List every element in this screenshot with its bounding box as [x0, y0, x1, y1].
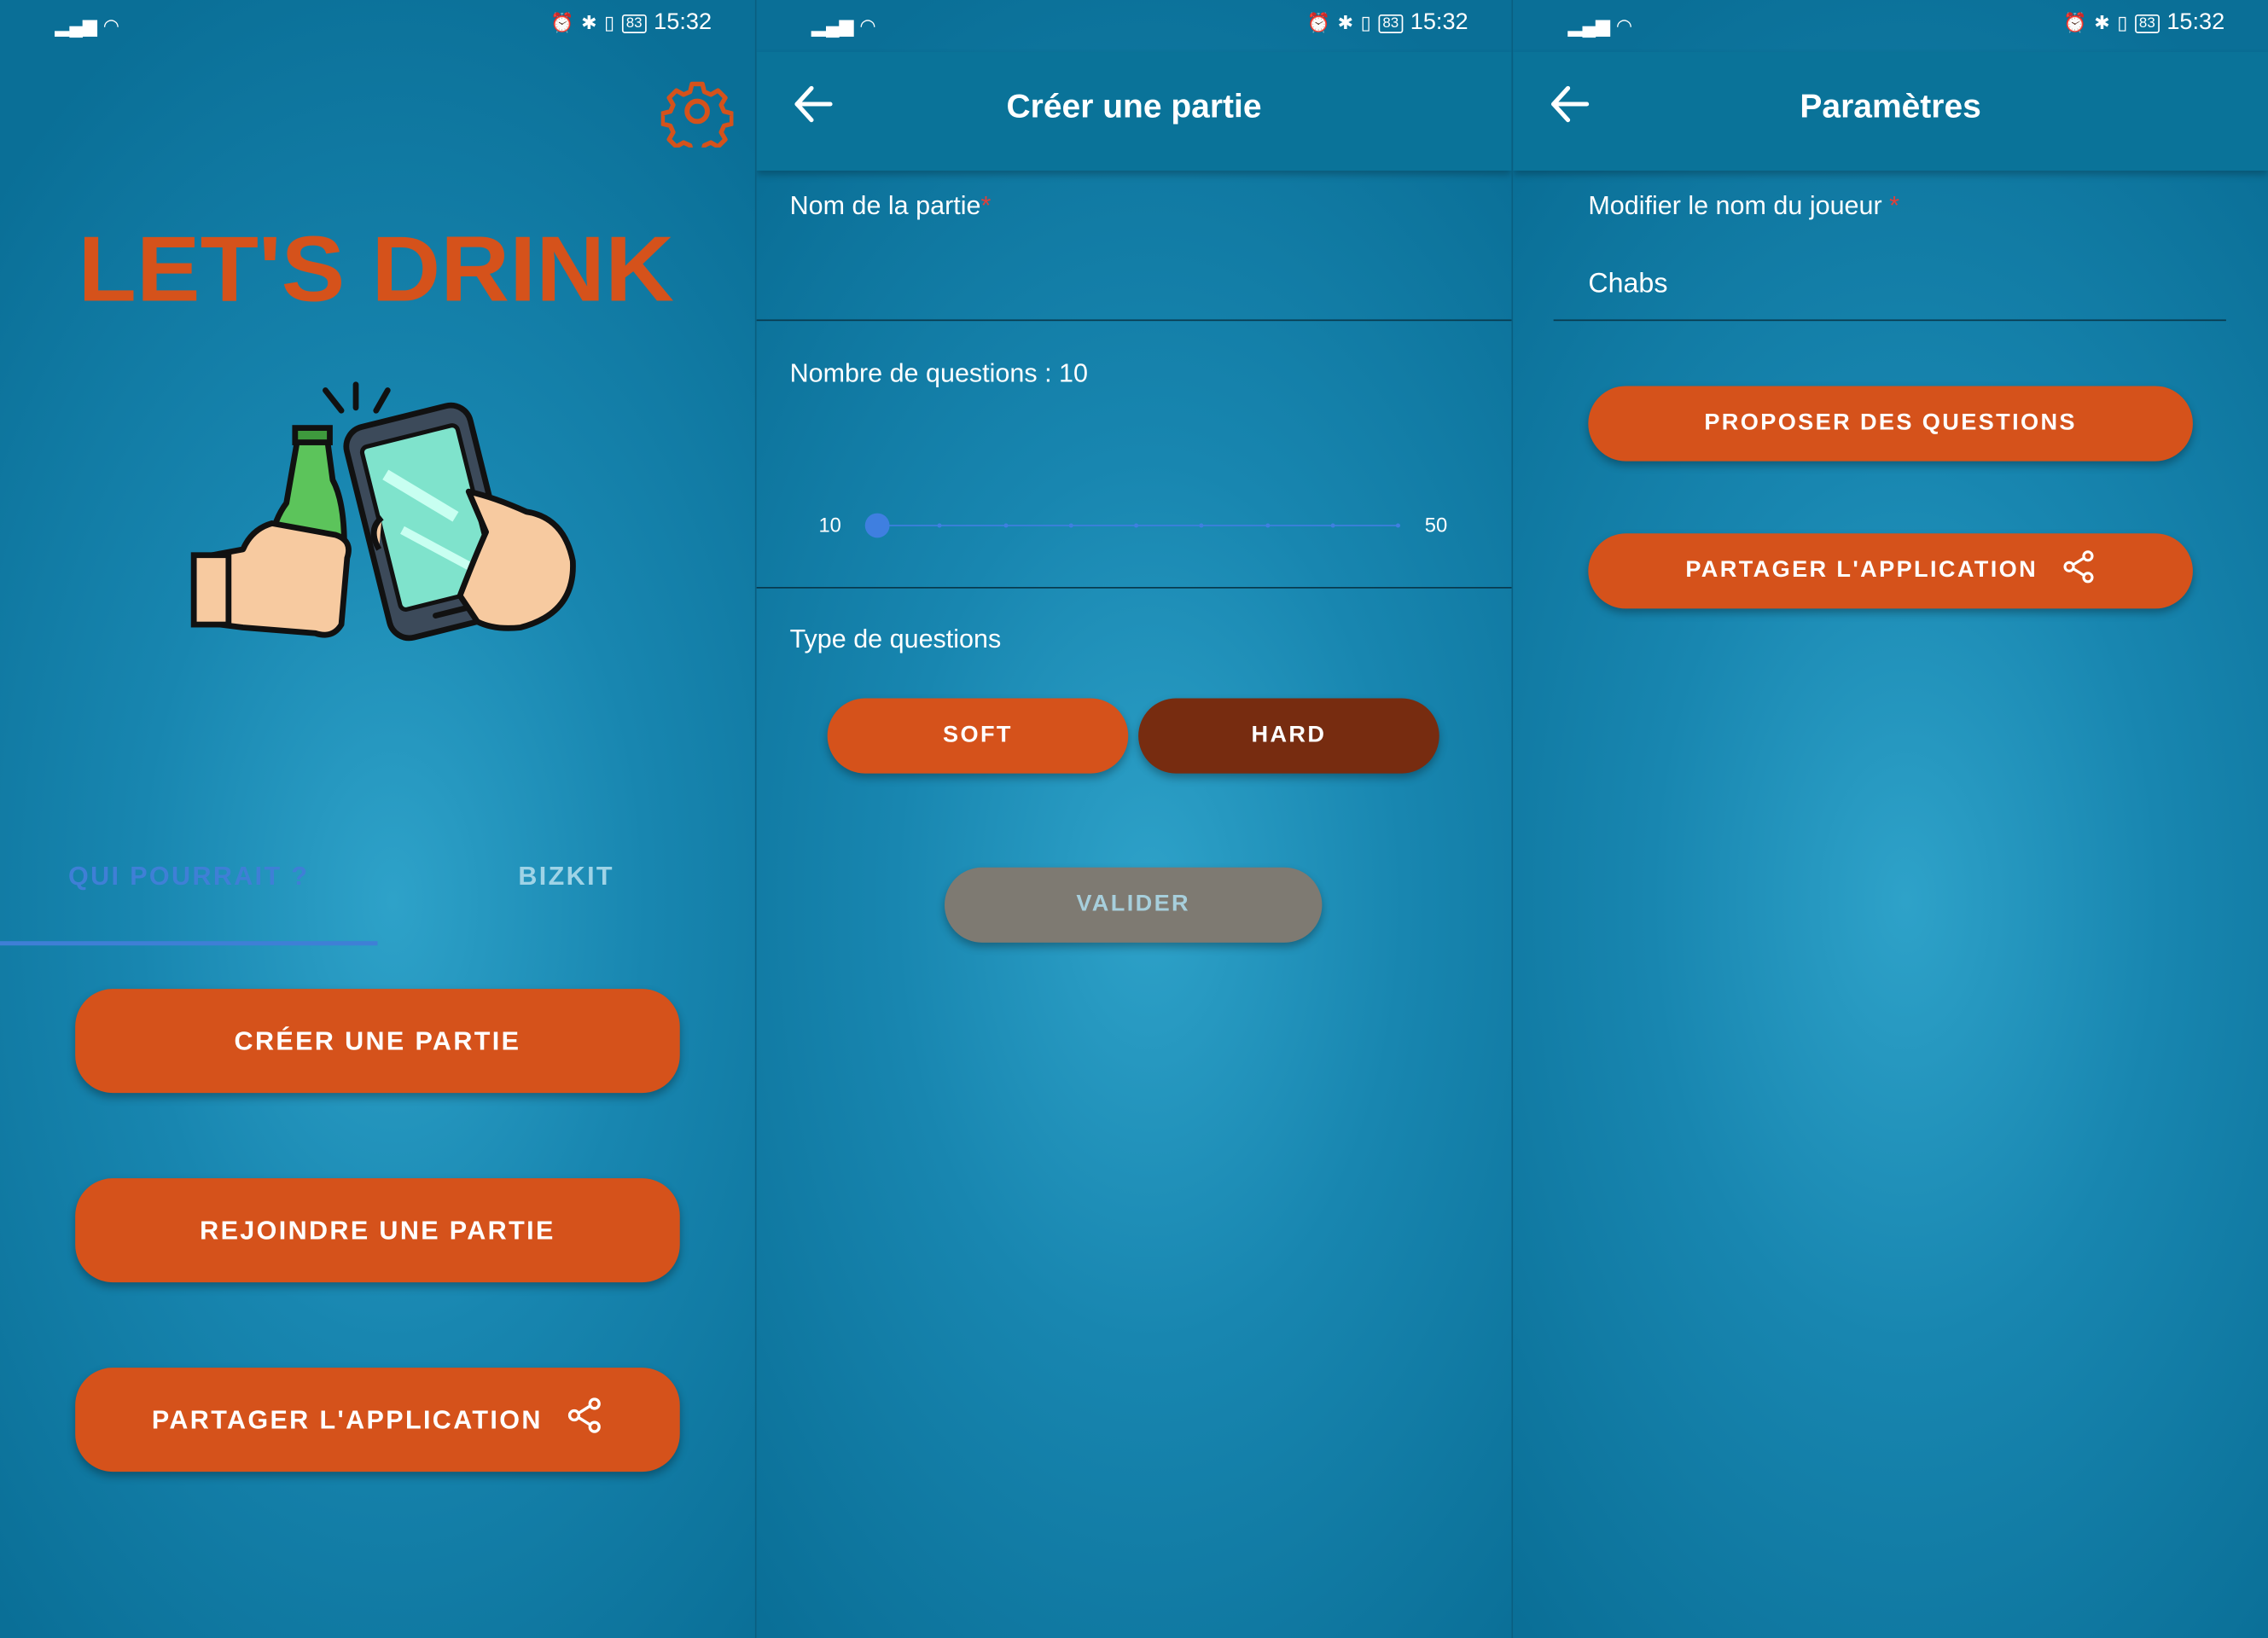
propose-questions-label: PROPOSER DES QUESTIONS	[1704, 410, 2077, 436]
validate-button[interactable]: VALIDER	[944, 867, 1323, 943]
home-screen: ▂▄▆ ◠ ⏰ ✱ ▯ 83 15:32 LET'S DRINK QUI POU…	[0, 0, 755, 1638]
hard-label: HARD	[1251, 723, 1327, 748]
battery-icon: 83	[621, 14, 647, 33]
battery-icon: 83	[2134, 14, 2160, 33]
tab-label: QUI POURRAIT ?	[67, 861, 310, 891]
share-icon	[566, 1396, 603, 1443]
status-time: 15:32	[2166, 9, 2225, 35]
propose-questions-button[interactable]: PROPOSER DES QUESTIONS	[1588, 386, 2193, 462]
validate-label: VALIDER	[1076, 892, 1191, 917]
create-game-button[interactable]: CRÉER UNE PARTIE	[75, 989, 680, 1094]
vibrate-icon: ▯	[1360, 11, 1371, 33]
share-app-button[interactable]: PARTAGER L'APPLICATION	[1588, 533, 2193, 609]
required-mark: *	[980, 190, 992, 220]
share-app-label: PARTAGER L'APPLICATION	[151, 1404, 543, 1434]
create-game-screen: ▂▄▆ ◠ ⏰ ✱ ▯ 83 15:32 Créer une partie No…	[756, 0, 1512, 1638]
signal-icon: ▂▄▆	[811, 14, 854, 37]
status-bar: ▂▄▆ ◠ ⏰ ✱ ▯ 83 15:32	[757, 0, 1512, 52]
questions-slider[interactable]	[864, 508, 1407, 543]
join-game-label: REJOINDRE UNE PARTIE	[200, 1215, 555, 1245]
gear-icon[interactable]	[660, 75, 735, 156]
tab-indicator	[0, 941, 378, 946]
game-name-underline	[756, 319, 1512, 322]
bluetooth-icon: ✱	[1337, 11, 1354, 33]
slider-ticks	[872, 523, 1400, 528]
player-name-input[interactable]: Chabs	[1554, 254, 2226, 318]
tab-qui-pourrait[interactable]: QUI POURRAIT ?	[0, 862, 377, 920]
required-mark: *	[1889, 190, 1900, 220]
player-name-value: Chabs	[1588, 269, 1668, 299]
wifi-icon: ◠	[859, 14, 876, 37]
wifi-icon: ◠	[1615, 14, 1633, 37]
vibrate-icon: ▯	[2117, 11, 2128, 33]
wifi-icon: ◠	[102, 14, 119, 37]
tab-label: BIZKIT	[518, 861, 614, 891]
status-bar: ▂▄▆ ◠ ⏰ ✱ ▯ 83 15:32	[0, 0, 755, 52]
share-app-button[interactable]: PARTAGER L'APPLICATION	[75, 1368, 680, 1472]
hard-button[interactable]: HARD	[1138, 698, 1439, 774]
slider-thumb[interactable]	[864, 513, 889, 538]
app-bar: Créer une partie	[756, 52, 1512, 171]
vibrate-icon: ▯	[604, 11, 615, 33]
bluetooth-icon: ✱	[581, 11, 597, 33]
soft-label: SOFT	[943, 723, 1013, 748]
signal-icon: ▂▄▆	[55, 14, 97, 37]
bluetooth-icon: ✱	[2094, 11, 2110, 33]
alarm-icon: ⏰	[550, 11, 574, 33]
game-name-input[interactable]	[757, 231, 1512, 318]
player-name-underline	[1553, 319, 2226, 322]
app-bar: Paramètres	[1513, 52, 2268, 171]
battery-icon: 83	[1378, 14, 1404, 33]
tab-bizkit[interactable]: BIZKIT	[377, 862, 754, 920]
soft-button[interactable]: SOFT	[827, 698, 1129, 774]
create-game-label: CRÉER UNE PARTIE	[234, 1025, 521, 1055]
player-name-label: Modifier le nom du joueur *	[1588, 190, 1900, 220]
settings-screen: ▂▄▆ ◠ ⏰ ✱ ▯ 83 15:32 Paramètres Modifier…	[1513, 0, 2268, 1638]
status-time: 15:32	[654, 9, 712, 35]
alarm-icon: ⏰	[1306, 11, 1331, 33]
page-title: Paramètres	[1800, 86, 1981, 125]
app-logo: LET'S DRINK	[79, 217, 686, 322]
slider-min-label: 10	[818, 513, 841, 537]
alarm-icon: ⏰	[2063, 11, 2087, 33]
svg-text:LET'S DRINK: LET'S DRINK	[79, 220, 674, 321]
join-game-button[interactable]: REJOINDRE UNE PARTIE	[75, 1178, 680, 1283]
page-title: Créer une partie	[1006, 86, 1262, 125]
signal-icon: ▂▄▆	[1567, 14, 1611, 37]
slider-underline	[756, 587, 1512, 589]
share-app-label: PARTAGER L'APPLICATION	[1685, 558, 2038, 583]
cheers-illustration	[185, 379, 590, 668]
share-icon	[2061, 549, 2096, 594]
question-type-label: Type de questions	[789, 624, 1002, 653]
slider-max-label: 50	[1424, 513, 1448, 537]
game-name-label: Nom de la partie*	[789, 190, 992, 220]
questions-count-label: Nombre de questions : 10	[789, 358, 1089, 388]
status-bar: ▂▄▆ ◠ ⏰ ✱ ▯ 83 15:32	[1513, 0, 2268, 52]
status-time: 15:32	[1410, 9, 1468, 35]
